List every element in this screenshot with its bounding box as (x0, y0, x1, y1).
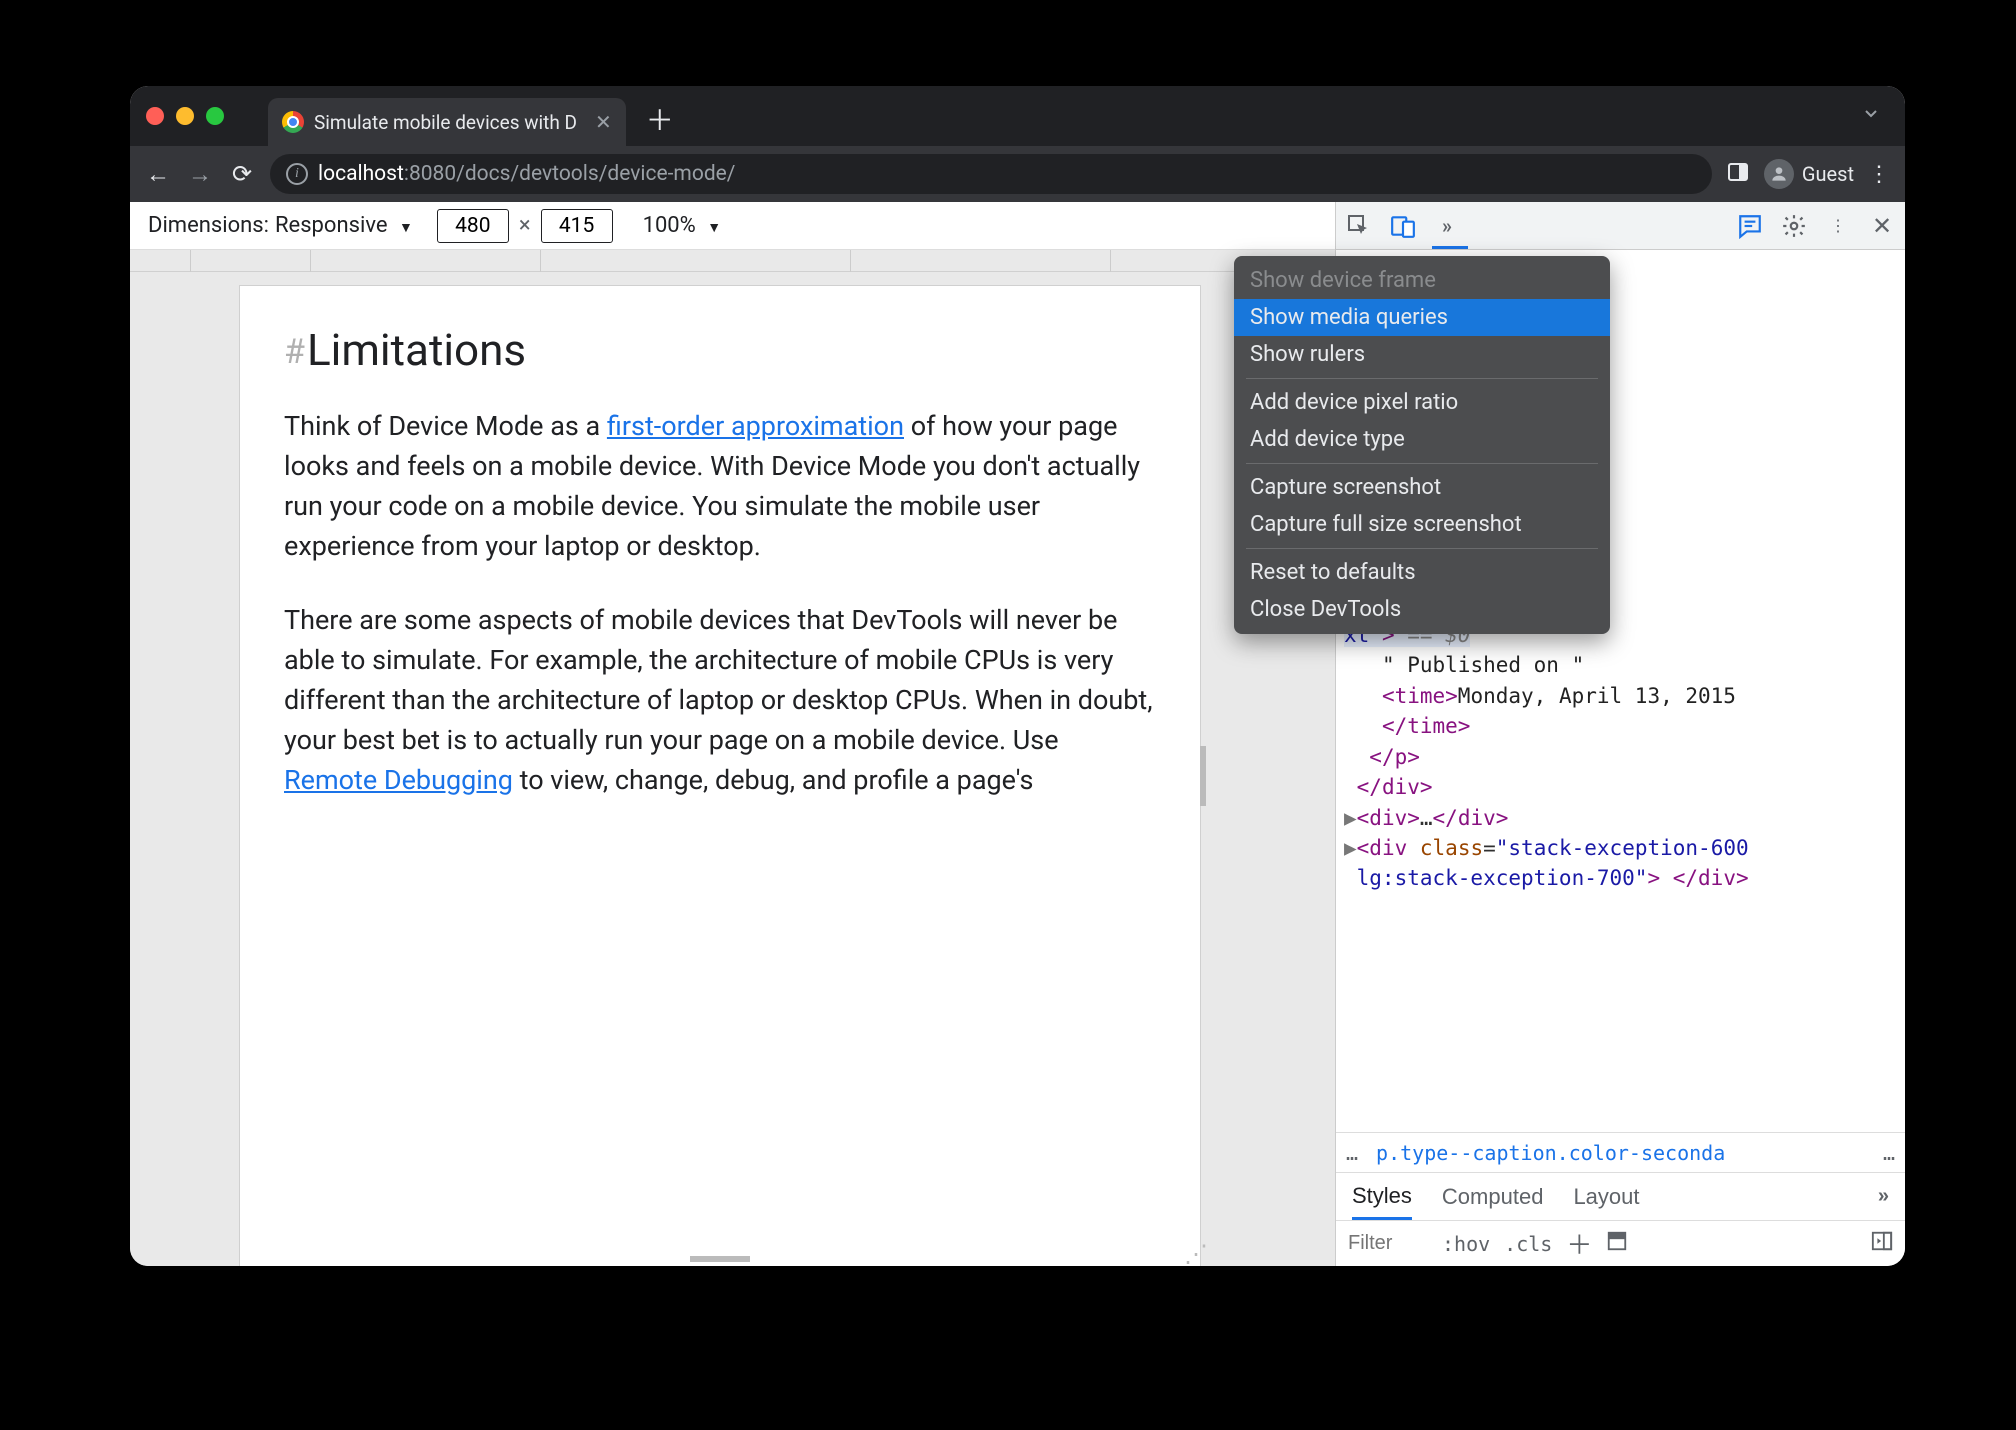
devtools-toolbar: » ⋮ ✕ (1335, 202, 1905, 250)
tab-computed[interactable]: Computed (1442, 1184, 1544, 1210)
article-paragraph: Think of Device Mode as a first-order ap… (284, 407, 1156, 567)
page-content: #Limitations Think of Device Mode as a f… (240, 286, 1200, 867)
tab-layout[interactable]: Layout (1573, 1184, 1639, 1210)
url-host: localhost (318, 162, 404, 186)
site-info-icon[interactable]: i (286, 163, 308, 185)
new-tab-button[interactable]: ＋ (646, 99, 674, 139)
browser-menu-button[interactable]: ⋮ (1868, 162, 1891, 187)
device-preset-select[interactable]: Responsive ▼ (275, 213, 413, 238)
url-path: /docs/devtools/device-mode/ (456, 162, 735, 186)
resize-handle-corner[interactable]: ⋰ (1184, 1240, 1208, 1266)
close-tab-icon[interactable]: ✕ (595, 110, 612, 134)
styles-filter-bar: :hov .cls ＋ (1336, 1220, 1905, 1266)
caret-down-icon: ▼ (707, 220, 721, 236)
browser-tab[interactable]: Simulate mobile devices with D ✕ (268, 98, 626, 146)
simulated-viewport: #Limitations Think of Device Mode as a f… (240, 286, 1200, 1266)
resize-handle-right[interactable] (1200, 746, 1206, 806)
back-button[interactable]: ← (144, 160, 172, 189)
browser-window: Simulate mobile devices with D ✕ ＋ ← → ⟳… (130, 86, 1905, 1266)
close-window-button[interactable] (146, 107, 164, 125)
viewport-height-input[interactable] (541, 209, 613, 243)
profile-chip[interactable]: Guest (1764, 159, 1854, 189)
zoom-value: 100% (643, 213, 696, 238)
viewport-area: #Limitations Think of Device Mode as a f… (130, 272, 1335, 1266)
window-controls (146, 107, 224, 125)
computed-styles-icon[interactable] (1606, 1230, 1628, 1258)
more-tabs-icon[interactable]: » (1434, 213, 1460, 239)
maximize-window-button[interactable] (206, 107, 224, 125)
new-style-rule-icon[interactable]: ＋ (1566, 1225, 1592, 1262)
resize-handle-bottom[interactable] (690, 1256, 750, 1262)
close-devtools-icon[interactable]: ✕ (1869, 213, 1895, 239)
tab-bar: Simulate mobile devices with D ✕ ＋ (130, 86, 1905, 146)
settings-gear-icon[interactable] (1781, 213, 1807, 239)
menu-add-device-pixel-ratio[interactable]: Add device pixel ratio (1234, 384, 1610, 421)
toggle-device-toolbar-icon[interactable] (1390, 213, 1416, 239)
breadcrumb[interactable]: … p.type--caption.color-seconda … (1336, 1132, 1905, 1172)
forward-button[interactable]: → (186, 160, 214, 189)
first-order-approximation-link[interactable]: first-order approximation (607, 410, 904, 442)
device-options-menu: Show device frame Show media queries Sho… (1234, 256, 1610, 634)
inspect-element-icon[interactable] (1346, 213, 1372, 239)
ruler-bar (130, 250, 1335, 272)
active-tab-indicator (1432, 246, 1468, 249)
styles-tab-strip: Styles Computed Layout » (1336, 1172, 1905, 1220)
heading-anchor-icon[interactable]: # (284, 332, 305, 372)
menu-show-device-frame: Show device frame (1234, 262, 1610, 299)
remote-debugging-link[interactable]: Remote Debugging (284, 764, 513, 796)
address-bar[interactable]: i localhost:8080/docs/devtools/device-mo… (270, 154, 1712, 194)
side-panel-icon[interactable] (1726, 160, 1750, 188)
zoom-select[interactable]: 100% ▼ (643, 213, 722, 238)
menu-capture-screenshot[interactable]: Capture screenshot (1234, 469, 1610, 506)
breadcrumb-overflow-left[interactable]: … (1346, 1141, 1358, 1165)
breadcrumb-overflow-right[interactable]: … (1883, 1141, 1895, 1165)
url-port: :8080 (404, 162, 456, 186)
dimension-separator: × (519, 213, 531, 238)
dimensions-label: Dimensions: (148, 213, 269, 238)
breadcrumb-selected[interactable]: p.type--caption.color-seconda (1376, 1141, 1725, 1165)
guest-avatar-icon (1764, 159, 1794, 189)
hov-toggle[interactable]: :hov (1442, 1232, 1490, 1256)
content-area: Dimensions: Responsive ▼ × 100% ▼ (130, 202, 1905, 1266)
menu-show-media-queries[interactable]: Show media queries (1234, 299, 1610, 336)
viewport-width-input[interactable] (437, 209, 509, 243)
menu-show-rulers[interactable]: Show rulers (1234, 336, 1610, 373)
toggle-sidebar-icon[interactable] (1871, 1230, 1893, 1258)
article-heading: #Limitations (284, 318, 1156, 383)
tab-title: Simulate mobile devices with D (314, 111, 577, 134)
more-style-tabs-icon[interactable]: » (1878, 1185, 1889, 1208)
styles-filter-input[interactable] (1348, 1232, 1428, 1255)
device-preset-value: Responsive (275, 213, 388, 238)
feedback-icon[interactable] (1737, 213, 1763, 239)
article-paragraph: There are some aspects of mobile devices… (284, 601, 1156, 801)
menu-add-device-type[interactable]: Add device type (1234, 421, 1610, 458)
minimize-window-button[interactable] (176, 107, 194, 125)
reload-button[interactable]: ⟳ (228, 160, 256, 188)
tab-styles[interactable]: Styles (1352, 1183, 1412, 1220)
cls-toggle[interactable]: .cls (1504, 1232, 1552, 1256)
profile-label: Guest (1802, 162, 1854, 186)
menu-reset-defaults[interactable]: Reset to defaults (1234, 554, 1610, 591)
menu-close-devtools[interactable]: Close DevTools (1234, 591, 1610, 628)
devtools-menu-icon[interactable]: ⋮ (1825, 213, 1851, 239)
caret-down-icon: ▼ (399, 220, 413, 236)
menu-capture-full-screenshot[interactable]: Capture full size screenshot (1234, 506, 1610, 543)
address-toolbar: ← → ⟳ i localhost:8080/docs/devtools/dev… (130, 146, 1905, 202)
chrome-favicon (282, 111, 304, 133)
tab-list-chevron-icon[interactable] (1861, 104, 1881, 128)
